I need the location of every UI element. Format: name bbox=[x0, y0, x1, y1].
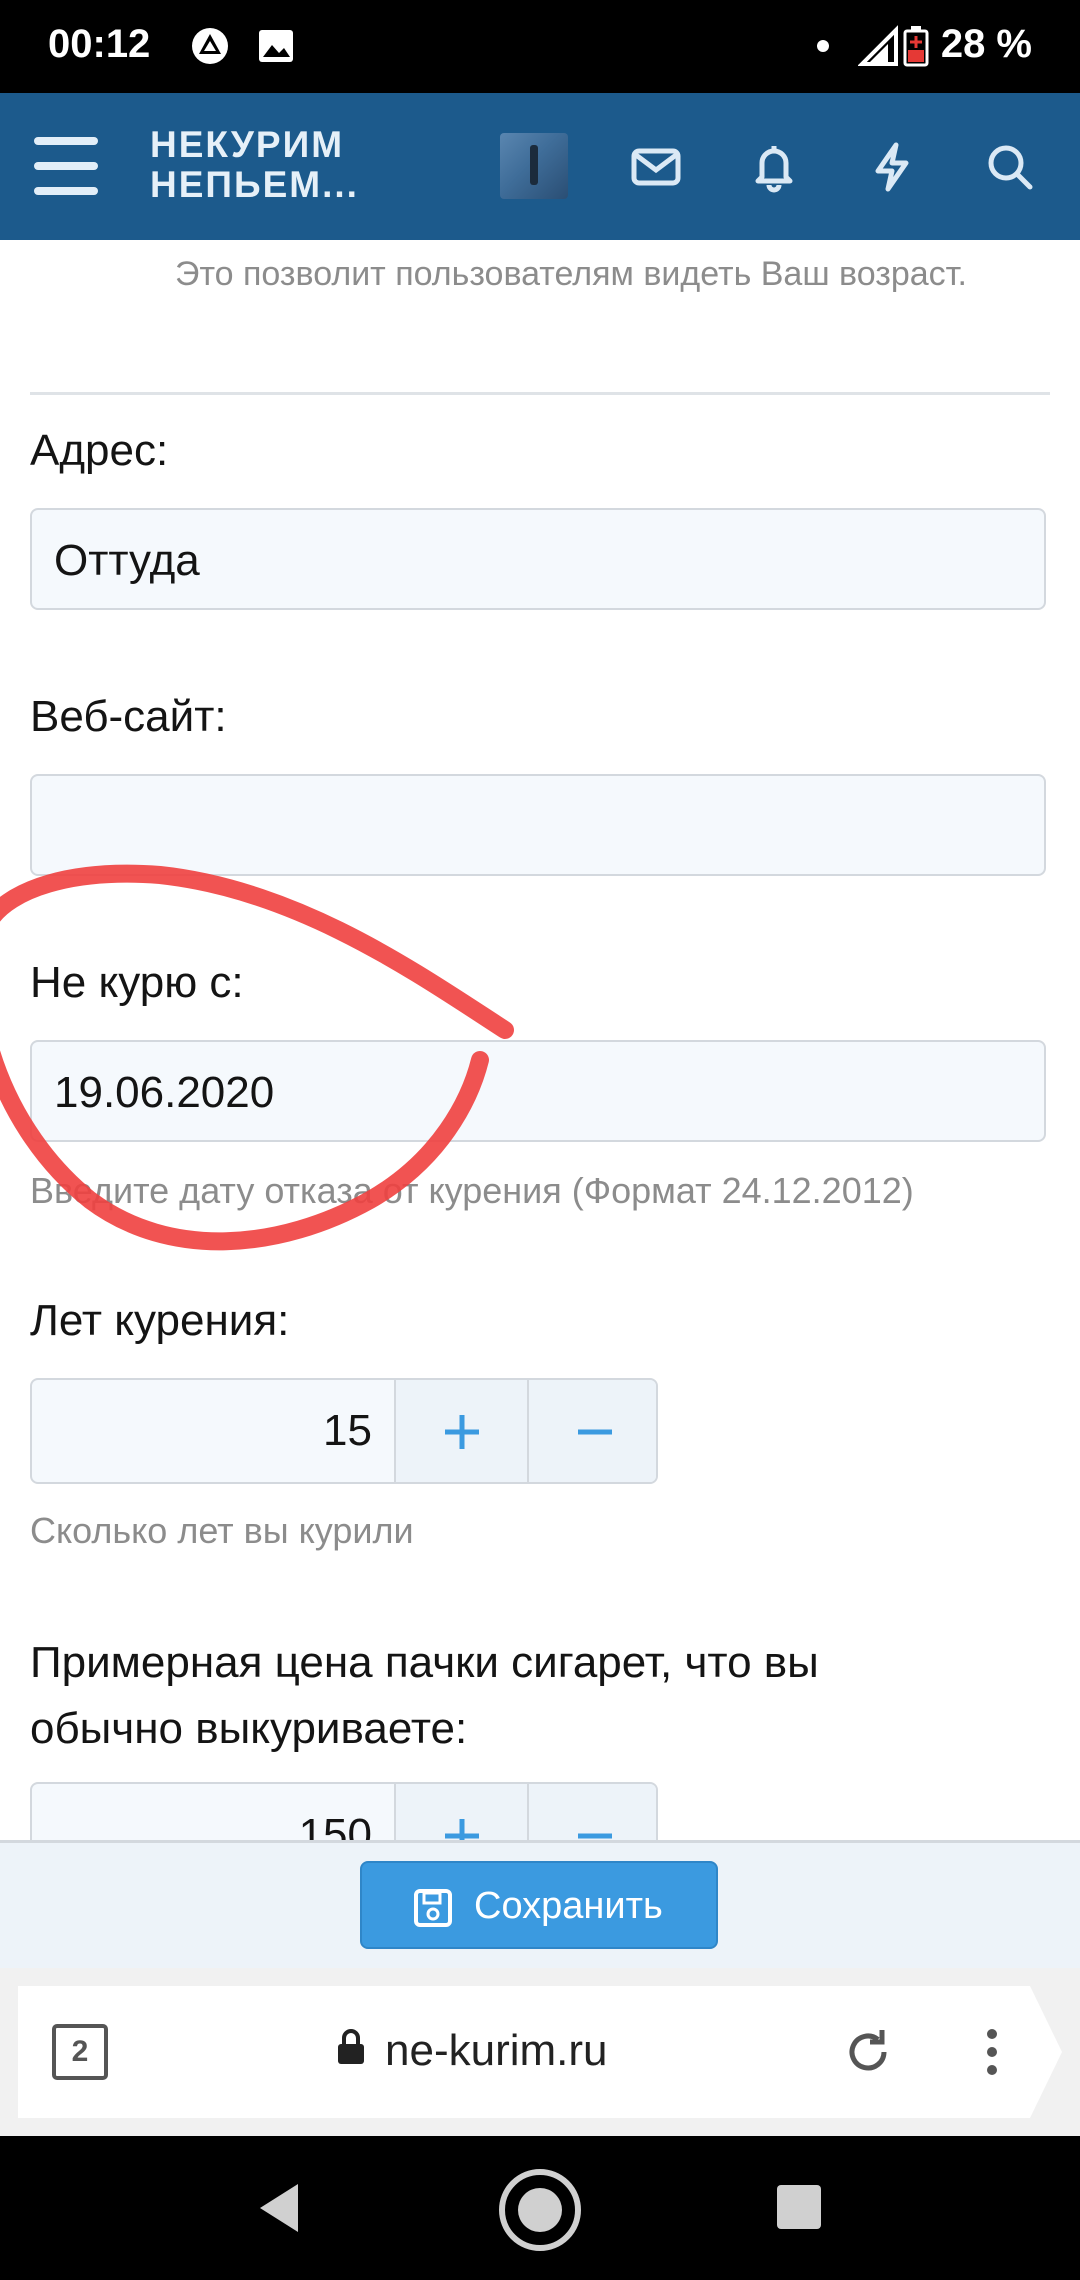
quit-date-label: Не курю с: bbox=[30, 958, 244, 1007]
years-label: Лет курения: bbox=[30, 1296, 290, 1345]
plus-icon bbox=[445, 1415, 479, 1449]
status-bar: 00:12 28 % bbox=[0, 0, 1080, 93]
status-time: 00:12 bbox=[48, 22, 151, 66]
dot-icon bbox=[817, 40, 829, 52]
years-input[interactable]: 15 bbox=[32, 1380, 390, 1482]
age-visibility-hint: Это позволит пользователям видеть Ваш во… bbox=[175, 255, 967, 293]
more-options-icon[interactable] bbox=[980, 2022, 1004, 2082]
logo-line-2: НЕПЬЕМ... bbox=[150, 164, 359, 205]
years-decrement-button[interactable] bbox=[527, 1380, 656, 1482]
reload-icon[interactable] bbox=[838, 2022, 898, 2082]
back-icon[interactable] bbox=[250, 2178, 310, 2238]
image-notification-icon bbox=[259, 30, 293, 62]
price-increment-button[interactable] bbox=[394, 1784, 527, 1840]
price-label: Примерная цена пачки сигарет, что вы обы… bbox=[30, 1638, 819, 1753]
system-nav-bar bbox=[0, 2136, 1080, 2280]
website-field[interactable] bbox=[30, 774, 1046, 876]
years-hint: Сколько лет вы курили bbox=[30, 1510, 414, 1551]
save-bar: Сохранить bbox=[0, 1840, 1080, 1971]
address-field[interactable]: Оттуда bbox=[30, 508, 1046, 610]
mail-icon[interactable] bbox=[626, 137, 686, 197]
quit-date-value: 19.06.2020 bbox=[54, 1068, 275, 1117]
lightning-icon[interactable] bbox=[862, 137, 922, 197]
bell-icon[interactable] bbox=[744, 137, 804, 197]
browser-bar: 2 ne-kurim.ru bbox=[0, 1968, 1080, 2136]
menu-icon[interactable] bbox=[34, 137, 98, 195]
plus-icon bbox=[445, 1819, 479, 1840]
site-logo[interactable]: НЕКУРИМ НЕПЬЕМ... bbox=[150, 125, 359, 205]
price-decrement-button[interactable] bbox=[527, 1784, 656, 1840]
battery-percent: 28 % bbox=[940, 22, 1032, 66]
quit-date-field[interactable]: 19.06.2020 bbox=[30, 1040, 1046, 1142]
floppy-disk-icon bbox=[414, 1889, 452, 1927]
app-header: НЕКУРИМ НЕПЬЕМ... bbox=[0, 93, 1080, 240]
notification-app-icon bbox=[192, 28, 228, 64]
save-button[interactable]: Сохранить bbox=[360, 1861, 718, 1949]
signal-icon bbox=[858, 25, 898, 66]
website-label: Веб-сайт: bbox=[30, 692, 227, 741]
address-value: Оттуда bbox=[54, 536, 200, 585]
address-label: Адрес: bbox=[30, 426, 169, 475]
logo-line-1: НЕКУРИМ bbox=[150, 124, 345, 165]
lock-icon bbox=[338, 2029, 364, 2064]
minus-icon bbox=[578, 1429, 612, 1435]
price-stepper: 150 bbox=[30, 1782, 658, 1840]
battery-icon bbox=[903, 26, 929, 67]
quit-date-hint: Введите дату отказа от курения (Формат 2… bbox=[30, 1170, 914, 1211]
minus-icon bbox=[578, 1833, 612, 1839]
save-button-label: Сохранить bbox=[474, 1885, 663, 1927]
tab-count-button[interactable]: 2 bbox=[52, 2024, 108, 2080]
recents-icon[interactable] bbox=[774, 2182, 824, 2232]
profile-form: Это позволит пользователям видеть Ваш во… bbox=[0, 240, 1080, 1840]
avatar[interactable] bbox=[500, 133, 568, 199]
home-icon[interactable] bbox=[496, 2166, 584, 2254]
price-input[interactable]: 150 bbox=[32, 1784, 390, 1840]
url-text[interactable]: ne-kurim.ru bbox=[385, 2026, 608, 2076]
divider bbox=[30, 392, 1050, 395]
years-increment-button[interactable] bbox=[394, 1380, 527, 1482]
search-icon[interactable] bbox=[980, 137, 1040, 197]
years-stepper: 15 bbox=[30, 1378, 658, 1484]
